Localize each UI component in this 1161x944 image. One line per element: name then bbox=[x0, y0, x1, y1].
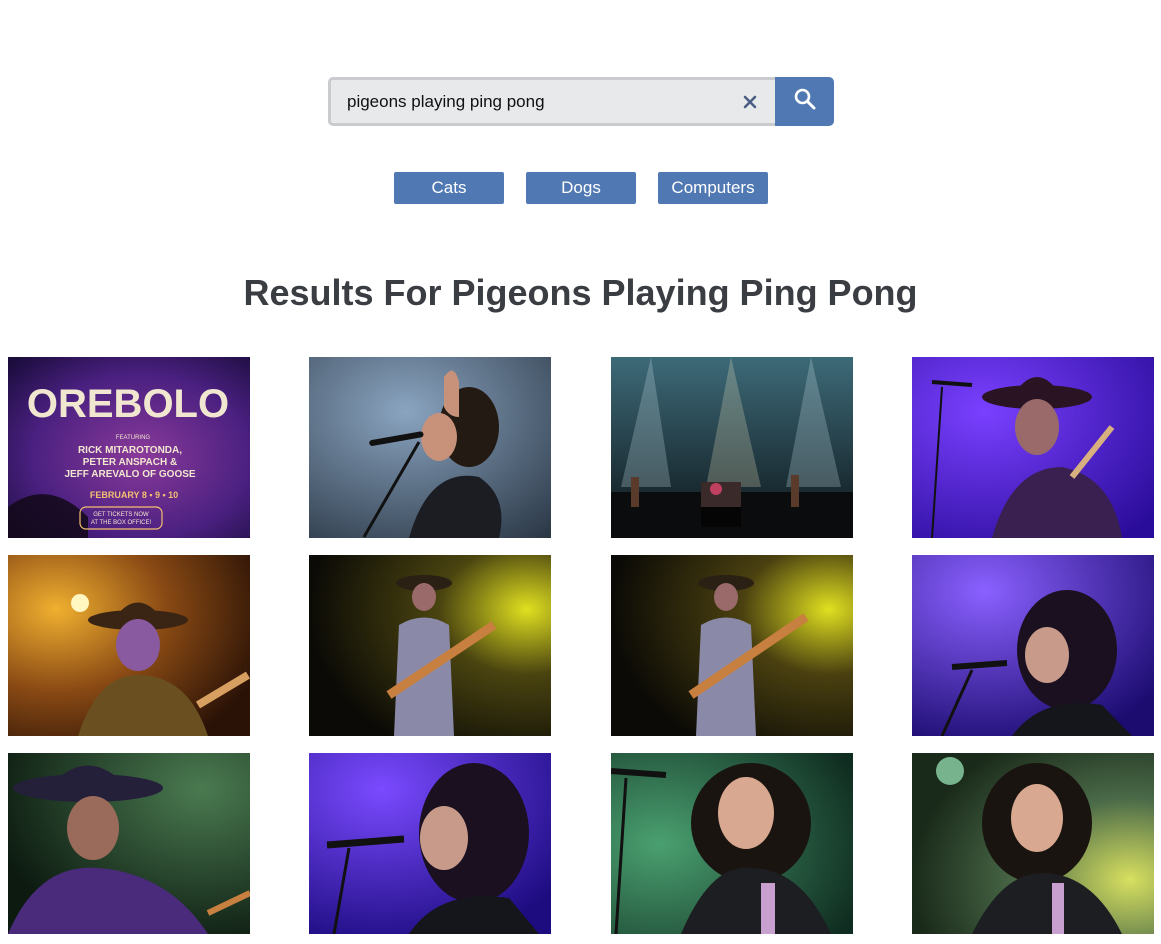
results-grid: OREBOLO FEATURING RICK MITAROTONDA, PETE… bbox=[8, 357, 1154, 944]
bassist-hat-orange-photo[interactable] bbox=[8, 555, 250, 736]
poster-line: JEFF AREVALO OF GOOSE bbox=[64, 469, 195, 480]
singer-waving-photo[interactable] bbox=[309, 357, 551, 538]
category-buttons: Cats Dogs Computers bbox=[0, 172, 1161, 204]
category-button-dogs[interactable]: Dogs bbox=[526, 172, 636, 204]
marquee-sign-photo[interactable]: OREBOLO FEATURING RICK MITAROTONDA, PETE… bbox=[8, 357, 250, 538]
close-icon[interactable] bbox=[741, 93, 759, 111]
search-button[interactable] bbox=[775, 77, 834, 126]
poster-line: PETER ANSPACH & bbox=[83, 457, 177, 468]
poster-line: RICK MITAROTONDA, bbox=[78, 445, 182, 456]
search-input[interactable] bbox=[331, 80, 717, 123]
singer-laughing-green-photo[interactable] bbox=[611, 753, 853, 934]
poster-title: OREBOLO bbox=[27, 382, 229, 426]
bassist-full-body-2-photo[interactable] bbox=[611, 555, 853, 736]
poster-dates: FEBRUARY 8 • 9 • 10 bbox=[90, 490, 178, 500]
singer-laughing-yellow-photo[interactable] bbox=[912, 753, 1154, 934]
results-title: Results For Pigeons Playing Ping Pong bbox=[243, 272, 918, 313]
bassist-full-body-photo[interactable] bbox=[309, 555, 551, 736]
category-button-computers[interactable]: Computers bbox=[658, 172, 768, 204]
guitarist-hat-green-photo[interactable] bbox=[8, 753, 250, 934]
search-icon bbox=[793, 87, 817, 116]
guitarist-hat-purple-photo[interactable] bbox=[912, 357, 1154, 538]
poster-tickets: AT THE BOX OFFICE! bbox=[91, 520, 152, 526]
band-on-stage-photo[interactable] bbox=[611, 357, 853, 538]
singer-smiling-purple-photo[interactable] bbox=[912, 555, 1154, 736]
poster-featuring: FEATURING bbox=[116, 435, 151, 441]
search-box bbox=[328, 77, 775, 126]
category-button-cats[interactable]: Cats bbox=[394, 172, 504, 204]
search-bar bbox=[328, 77, 834, 126]
poster-tickets: GET TICKETS NOW bbox=[93, 512, 149, 518]
singer-mic-purple-photo[interactable] bbox=[309, 753, 551, 934]
